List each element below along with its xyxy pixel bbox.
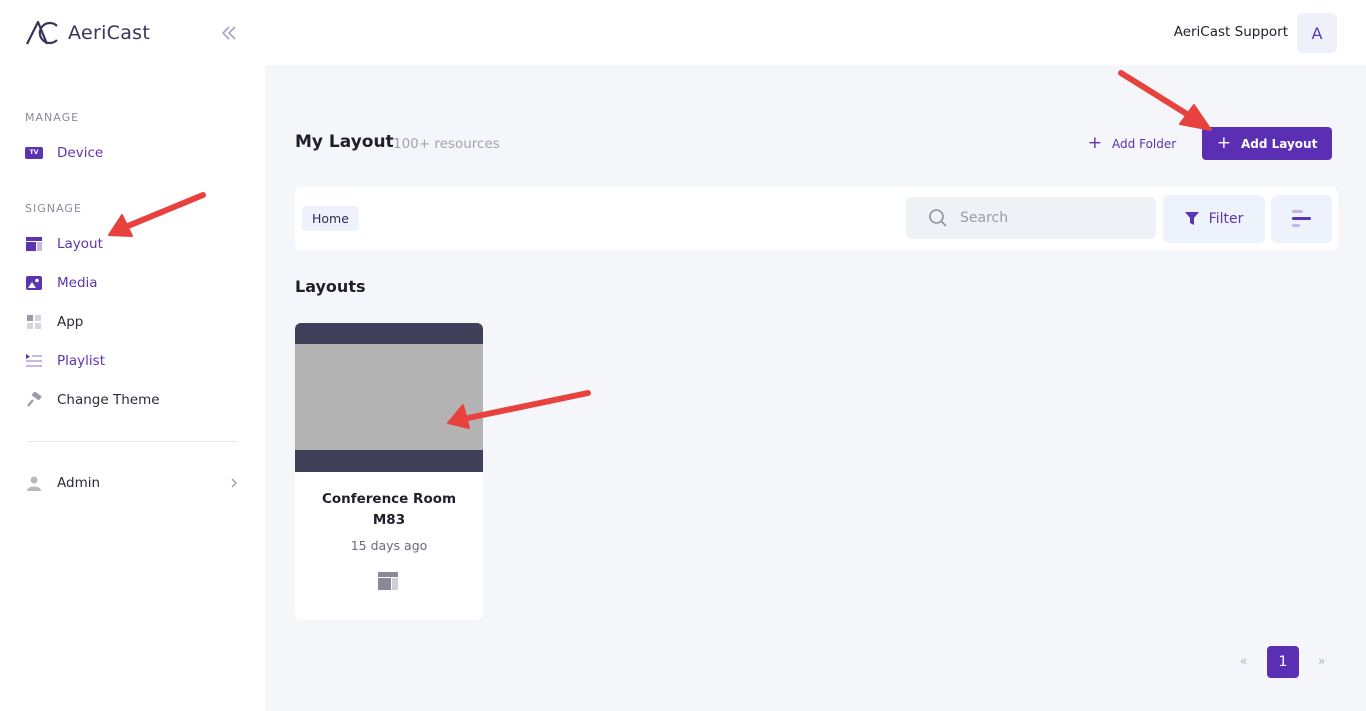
search-box[interactable] bbox=[906, 197, 1156, 239]
filter-icon bbox=[1184, 212, 1199, 225]
layout-thumbnail-zone bbox=[295, 344, 483, 450]
sidebar-item-admin[interactable]: Admin bbox=[25, 472, 100, 494]
sidebar-item-label: Change Theme bbox=[57, 392, 160, 408]
sidebar-item-label: Admin bbox=[57, 475, 101, 491]
sort-icon bbox=[1291, 210, 1311, 227]
toolbar: Home Filter bbox=[295, 187, 1338, 250]
avatar[interactable]: A bbox=[1297, 13, 1337, 53]
plus-icon: + bbox=[1216, 133, 1231, 153]
sidebar-item-layout[interactable]: Layout bbox=[25, 233, 103, 255]
layout-card[interactable]: Conference Room M83 15 days ago bbox=[295, 323, 483, 620]
search-icon bbox=[929, 209, 947, 227]
image-icon bbox=[25, 274, 43, 292]
aericast-logo-icon bbox=[26, 20, 58, 45]
paint-roller-icon bbox=[25, 391, 43, 409]
layout-modified: 15 days ago bbox=[350, 538, 428, 553]
sort-button[interactable] bbox=[1271, 195, 1332, 243]
sidebar-item-device[interactable]: TV Device bbox=[25, 142, 103, 164]
add-layout-label: Add Layout bbox=[1240, 136, 1318, 151]
section-title-layouts: Layouts bbox=[295, 277, 366, 296]
sidebar-item-label: Layout bbox=[57, 236, 103, 252]
chevron-right-icon[interactable] bbox=[229, 477, 239, 489]
tv-icon: TV bbox=[25, 144, 43, 162]
section-label-manage: MANAGE bbox=[25, 111, 80, 124]
breadcrumb-home[interactable]: Home bbox=[302, 206, 359, 231]
layout-icon bbox=[378, 572, 398, 590]
apps-grid-icon bbox=[25, 313, 43, 331]
plus-icon: + bbox=[1087, 133, 1103, 153]
annotation-arrow-add-layout bbox=[1118, 70, 1193, 119]
sidebar-item-label: Playlist bbox=[57, 353, 105, 369]
sidebar-item-change-theme[interactable]: Change Theme bbox=[25, 389, 160, 411]
add-layout-button[interactable]: + Add Layout bbox=[1202, 127, 1332, 160]
user-name[interactable]: AeriCast Support bbox=[1174, 24, 1288, 40]
layout-name: Conference Room M83 bbox=[321, 491, 457, 528]
app-name: AeriCast bbox=[68, 22, 151, 44]
playlist-icon bbox=[25, 352, 43, 370]
layout-icon bbox=[25, 235, 43, 253]
pagination-current-page[interactable]: 1 bbox=[1267, 646, 1299, 678]
annotation-arrow-thumbnail bbox=[465, 390, 591, 421]
user-icon bbox=[25, 474, 43, 492]
section-label-signage: SIGNAGE bbox=[25, 202, 82, 215]
sidebar: AeriCast MANAGE TV Device SIGNAGE Layout… bbox=[0, 0, 265, 711]
sidebar-item-playlist[interactable]: Playlist bbox=[25, 350, 105, 372]
filter-label: Filter bbox=[1208, 211, 1244, 227]
add-folder-button[interactable]: + Add Folder bbox=[1068, 127, 1196, 160]
filter-button[interactable]: Filter bbox=[1163, 195, 1265, 243]
sidebar-item-app[interactable]: App bbox=[25, 311, 83, 333]
resource-count: 100+ resources bbox=[393, 136, 500, 152]
pagination-prev[interactable]: « bbox=[1240, 654, 1247, 668]
page-title: My Layout bbox=[295, 132, 394, 152]
pagination-next[interactable]: » bbox=[1318, 654, 1325, 668]
sidebar-item-label: Media bbox=[57, 275, 98, 291]
collapse-sidebar-icon[interactable] bbox=[220, 24, 238, 42]
app-logo[interactable]: AeriCast bbox=[25, 20, 150, 46]
topbar: AeriCast Support A bbox=[265, 0, 1366, 65]
search-input[interactable] bbox=[960, 210, 1140, 226]
sidebar-item-media[interactable]: Media bbox=[25, 272, 98, 294]
sidebar-item-label: App bbox=[57, 314, 84, 330]
layout-thumbnail[interactable] bbox=[295, 323, 483, 472]
sidebar-item-label: Device bbox=[57, 145, 104, 161]
sidebar-divider bbox=[28, 441, 237, 442]
add-folder-label: Add Folder bbox=[1112, 136, 1177, 151]
